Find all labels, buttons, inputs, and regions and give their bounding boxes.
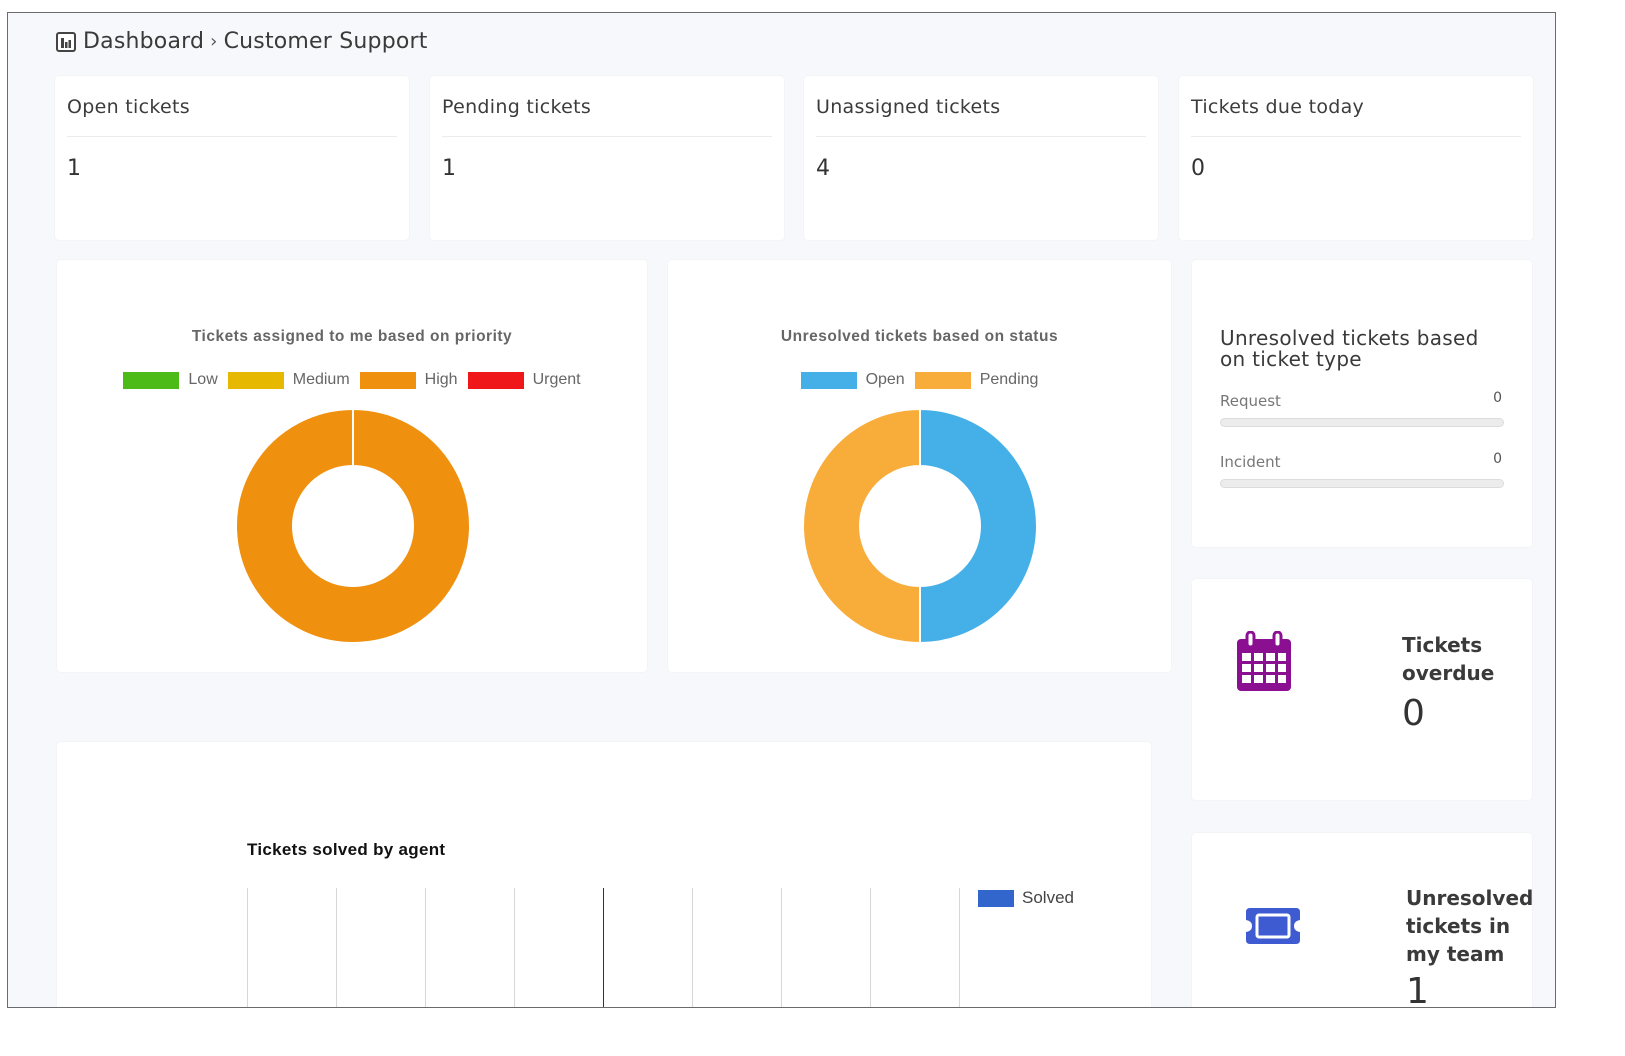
axis-line xyxy=(603,888,604,1007)
gridline xyxy=(781,888,782,1007)
legend-swatch xyxy=(467,371,524,389)
ticket-type-row-incident: Incident 0 xyxy=(1220,451,1504,488)
gridline xyxy=(870,888,871,1007)
priority-donut-chart[interactable] xyxy=(235,408,471,644)
chart-legend: Open Pending xyxy=(668,371,1171,389)
ticket-type-label: Incident xyxy=(1220,453,1281,471)
legend-item-low[interactable]: Low xyxy=(123,371,218,389)
ticket-type-label: Request xyxy=(1220,392,1281,410)
chart-title: Tickets assigned to me based on priority xyxy=(191,328,513,345)
unresolved-team-title: Unresolved tickets in my team xyxy=(1406,886,1534,966)
legend-swatch xyxy=(359,371,416,389)
ticket-type-title: Unresolved tickets based on ticket type xyxy=(1220,326,1479,371)
legend-label: High xyxy=(424,371,458,388)
stat-title: Open tickets xyxy=(67,96,190,118)
bar-chart-plot xyxy=(57,742,1151,1007)
dashboard-frame: Dashboard › Customer Support Open ticket… xyxy=(7,12,1556,1008)
legend-item-urgent[interactable]: Urgent xyxy=(467,371,581,389)
status-donut-chart[interactable] xyxy=(802,408,1038,644)
stat-value: 0 xyxy=(1191,156,1205,181)
gridline xyxy=(514,888,515,1007)
stat-value: 1 xyxy=(67,156,81,181)
status-chart-card: Unresolved tickets based on status Open … xyxy=(668,260,1171,672)
chart-legend: Low Medium High Urgent xyxy=(57,371,647,389)
legend-item-medium[interactable]: Medium xyxy=(227,371,350,389)
breadcrumb-separator: › xyxy=(210,31,218,52)
legend-item-solved[interactable]: Solved xyxy=(978,888,1074,908)
donut-slice-open[interactable] xyxy=(919,408,1038,644)
stat-card-open-tickets[interactable]: Open tickets 1 xyxy=(55,76,409,240)
stat-value: 4 xyxy=(816,156,830,181)
gridline xyxy=(959,888,960,1007)
breadcrumb-current: Customer Support xyxy=(223,29,428,54)
stat-card-tickets-due-today[interactable]: Tickets due today 0 xyxy=(1179,76,1533,240)
legend-label: Medium xyxy=(292,371,350,388)
gridline xyxy=(247,888,248,1007)
tickets-overdue-value: 0 xyxy=(1402,693,1425,734)
legend-swatch xyxy=(800,371,857,389)
progress-bar xyxy=(1220,479,1504,488)
stat-title: Unassigned tickets xyxy=(816,96,1001,118)
legend-label: Solved xyxy=(1022,888,1074,907)
donut-slice-pending[interactable] xyxy=(802,408,921,644)
tickets-overdue-card[interactable]: Tickets overdue 0 xyxy=(1192,579,1532,800)
divider xyxy=(816,136,1146,137)
stat-title: Pending tickets xyxy=(442,96,592,118)
divider xyxy=(67,136,397,137)
legend-swatch xyxy=(123,371,180,389)
breadcrumb-root[interactable]: Dashboard xyxy=(83,29,204,54)
donut-slice-high[interactable] xyxy=(235,408,471,644)
gridline xyxy=(692,888,693,1007)
ticket-type-count: 0 xyxy=(1493,451,1502,467)
divider xyxy=(1191,136,1521,137)
priority-chart-card: Tickets assigned to me based on priority… xyxy=(57,260,647,672)
progress-bar xyxy=(1220,418,1504,427)
stat-title: Tickets due today xyxy=(1191,96,1365,118)
ticket-type-count: 0 xyxy=(1493,390,1502,406)
gridline xyxy=(336,888,337,1007)
ticket-type-card: Unresolved tickets based on ticket type … xyxy=(1192,260,1532,547)
tickets-overdue-title: Tickets overdue xyxy=(1402,633,1495,685)
calendar-icon xyxy=(1237,631,1291,691)
legend-swatch xyxy=(914,371,971,389)
ticket-type-row-request: Request 0 xyxy=(1220,390,1504,427)
legend-label: Open xyxy=(865,371,905,388)
divider xyxy=(442,136,772,137)
legend-label: Urgent xyxy=(532,371,581,388)
legend-swatch xyxy=(227,371,284,389)
breadcrumb: Dashboard › Customer Support xyxy=(56,29,428,54)
gridline xyxy=(425,888,426,1007)
stat-card-unassigned-tickets[interactable]: Unassigned tickets 4 xyxy=(804,76,1158,240)
legend-swatch xyxy=(978,889,1014,907)
stat-card-pending-tickets[interactable]: Pending tickets 1 xyxy=(430,76,784,240)
legend-label: Low xyxy=(188,371,218,388)
bar-chart-icon xyxy=(56,31,76,52)
unresolved-team-card[interactable]: Unresolved tickets in my team 1 xyxy=(1192,833,1534,1008)
legend-item-open[interactable]: Open xyxy=(800,371,905,389)
legend-item-pending[interactable]: Pending xyxy=(914,371,1039,389)
unresolved-team-value: 1 xyxy=(1406,971,1429,1008)
solved-by-agent-card: Tickets solved by agent Solved xyxy=(57,742,1151,1007)
legend-label: Pending xyxy=(979,371,1039,388)
legend-item-high[interactable]: High xyxy=(359,371,458,389)
ticket-icon xyxy=(1246,908,1300,944)
stat-value: 1 xyxy=(442,156,456,181)
chart-title: Unresolved tickets based on status xyxy=(780,328,1059,345)
